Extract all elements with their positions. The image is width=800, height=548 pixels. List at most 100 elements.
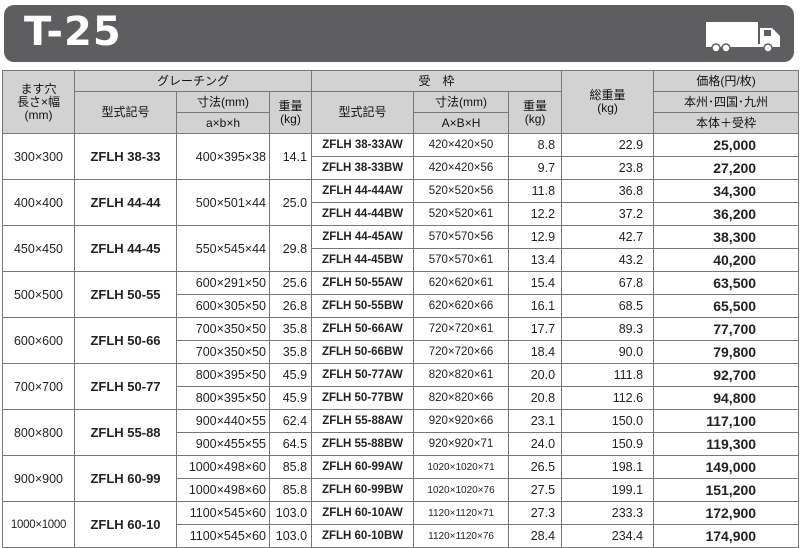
- total-weight-cell: 37.2: [561, 202, 655, 226]
- total-weight-cell: 111.8: [561, 363, 655, 387]
- hole-size-cell: 800×800: [2, 409, 75, 456]
- header-hole-size: ます穴 長さ×幅 (mm): [2, 70, 75, 134]
- grating-dim-cell: 1100×545×60: [176, 524, 270, 548]
- receiver-dim-cell: 570×570×56: [413, 225, 510, 249]
- grating-weight-cell: 85.8: [268, 478, 313, 502]
- grating-model-cell: ZFLH 55-88: [74, 409, 177, 456]
- grating-model-cell: ZFLH 44-44: [74, 179, 177, 226]
- receiver-weight-cell: 11.8: [508, 179, 563, 203]
- receiver-dim-cell: 720×720×61: [413, 317, 510, 341]
- receiver-dim-cell: 820×820×66: [413, 386, 510, 410]
- total-weight-cell: 89.3: [561, 317, 655, 341]
- grating-weight-cell: 35.8: [268, 340, 313, 364]
- header-price: 価格(円/枚): [653, 70, 800, 92]
- receiver-weight-cell: 20.0: [508, 363, 563, 387]
- grating-weight-cell: 29.8: [268, 225, 313, 272]
- grating-weight-cell: 45.9: [268, 386, 313, 410]
- grating-weight-cell: 35.8: [268, 317, 313, 341]
- receiver-weight-cell: 13.4: [508, 248, 563, 272]
- hole-size-cell: 500×500: [2, 271, 75, 318]
- grating-weight-cell: 103.0: [268, 501, 313, 525]
- header-grating-dim: 寸法(mm): [176, 91, 270, 113]
- price-cell: 38,300: [653, 225, 800, 249]
- hole-size-cell: 600×600: [2, 317, 75, 364]
- table-row: 1000×1000 ZFLH 60-10 1100×545×60 103.0 ZFLH …: [2, 501, 800, 548]
- page-title: T-25: [24, 9, 122, 55]
- receiver-model-cell: ZFLH 55-88AW: [311, 409, 415, 433]
- total-weight-cell: 233.3: [561, 501, 655, 525]
- grating-dim-cell: 400×395×38: [176, 133, 270, 180]
- grating-dim-cell: 900×440×55: [176, 409, 270, 433]
- receiver-dim-cell: 720×720×66: [413, 340, 510, 364]
- receiver-model-cell: ZFLH 50-77BW: [311, 386, 415, 410]
- grating-model-cell: ZFLH 60-99: [74, 455, 177, 502]
- total-weight-cell: 68.5: [561, 294, 655, 318]
- receiver-model-cell: ZFLH 50-55AW: [311, 271, 415, 295]
- grating-weight-cell: 62.4: [268, 409, 313, 433]
- hole-size-cell: 300×300: [2, 133, 75, 180]
- total-weight-cell: 90.0: [561, 340, 655, 364]
- grating-dim-cell: 700×350×50: [176, 317, 270, 341]
- header-grating: グレーチング: [73, 70, 313, 92]
- receiver-dim-cell: 520×520×56: [413, 179, 510, 203]
- receiver-model-cell: ZFLH 44-44BW: [311, 202, 415, 226]
- receiver-model-cell: ZFLH 60-99AW: [311, 455, 415, 479]
- receiver-weight-cell: 27.5: [508, 478, 563, 502]
- receiver-dim-cell: 520×520×61: [413, 202, 510, 226]
- grating-dim-cell: 800×395×50: [176, 363, 270, 387]
- grating-dim-cell: 700×350×50: [176, 340, 270, 364]
- title-banner: T-25: [4, 5, 794, 62]
- price-cell: 151,200: [653, 478, 800, 502]
- header-receiver-dim-sub: A×B×H: [413, 112, 510, 134]
- table-row: 300×300 ZFLH 38-33 400×395×38 14.1 ZFLH 38-3…: [2, 133, 800, 180]
- total-weight-cell: 199.1: [561, 478, 655, 502]
- price-cell: 92,700: [653, 363, 800, 387]
- receiver-weight-cell: 8.8: [508, 133, 563, 157]
- receiver-model-cell: ZFLH 60-10AW: [311, 501, 415, 525]
- receiver-dim-cell: 420×420×50: [413, 133, 510, 157]
- total-weight-cell: 22.9: [561, 133, 655, 157]
- receiver-weight-cell: 15.4: [508, 271, 563, 295]
- price-cell: 174,900: [653, 524, 800, 548]
- price-cell: 27,200: [653, 156, 800, 180]
- receiver-model-cell: ZFLH 50-77AW: [311, 363, 415, 387]
- price-cell: 63,500: [653, 271, 800, 295]
- grating-model-cell: ZFLH 50-77: [74, 363, 177, 410]
- receiver-weight-cell: 20.8: [508, 386, 563, 410]
- header-grating-weight: 重量 (kg): [268, 91, 313, 134]
- grating-dim-cell: 900×455×55: [176, 432, 270, 456]
- table-row: 900×900 ZFLH 60-99 1000×498×60 85.8 ZFLH 60-…: [2, 455, 800, 502]
- receiver-weight-cell: 26.5: [508, 455, 563, 479]
- price-cell: 36,200: [653, 202, 800, 226]
- grating-weight-cell: 64.5: [268, 432, 313, 456]
- receiver-model-cell: ZFLH 55-88BW: [311, 432, 415, 456]
- receiver-model-cell: ZFLH 60-10BW: [311, 524, 415, 548]
- price-cell: 25,000: [653, 133, 800, 157]
- receiver-model-cell: ZFLH 44-45AW: [311, 225, 415, 249]
- receiver-weight-cell: 12.9: [508, 225, 563, 249]
- price-cell: 77,700: [653, 317, 800, 341]
- total-weight-cell: 150.9: [561, 432, 655, 456]
- total-weight-cell: 234.4: [561, 524, 655, 548]
- receiver-model-cell: ZFLH 60-99BW: [311, 478, 415, 502]
- receiver-weight-cell: 23.1: [508, 409, 563, 433]
- receiver-dim-cell: 620×620×66: [413, 294, 510, 318]
- receiver-model-cell: ZFLH 44-44AW: [311, 179, 415, 203]
- receiver-model-cell: ZFLH 50-66BW: [311, 340, 415, 364]
- hole-size-cell: 1000×1000: [2, 501, 75, 548]
- grating-model-cell: ZFLH 50-66: [74, 317, 177, 364]
- price-cell: 65,500: [653, 294, 800, 318]
- price-spec-table: ます穴 長さ×幅 (mm) グレーチング 受 枠 総重量 (kg) 価格(円/枚…: [2, 70, 800, 548]
- grating-dim-cell: 1000×498×60: [176, 478, 270, 502]
- table-row: 700×700 ZFLH 50-77 800×395×50 45.9 ZFLH 50-7…: [2, 363, 800, 410]
- total-weight-cell: 112.6: [561, 386, 655, 410]
- grating-weight-cell: 14.1: [268, 133, 313, 180]
- receiver-model-cell: ZFLH 50-66AW: [311, 317, 415, 341]
- grating-model-cell: ZFLH 50-55: [74, 271, 177, 318]
- table-row: 600×600 ZFLH 50-66 700×350×50 35.8 ZFLH 50-6…: [2, 317, 800, 364]
- hole-size-cell: 450×450: [2, 225, 75, 272]
- receiver-model-cell: ZFLH 44-45BW: [311, 248, 415, 272]
- total-weight-cell: 23.8: [561, 156, 655, 180]
- receiver-weight-cell: 27.3: [508, 501, 563, 525]
- grating-dim-cell: 600×305×50: [176, 294, 270, 318]
